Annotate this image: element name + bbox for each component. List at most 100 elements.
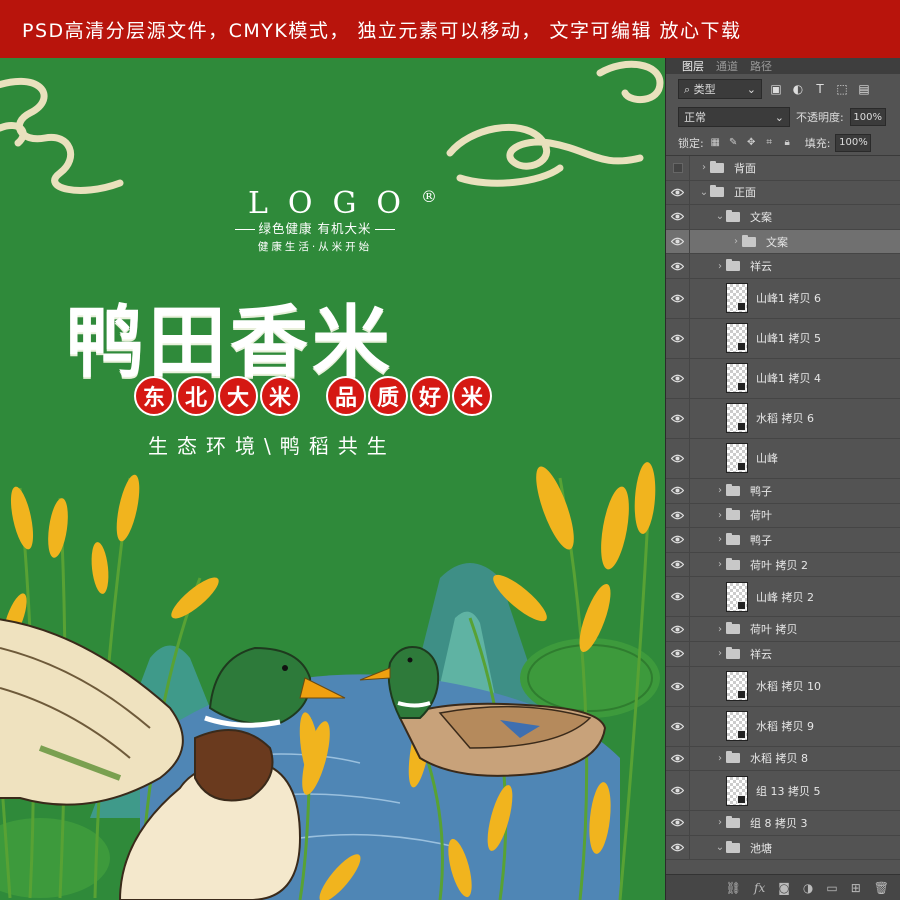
layer-row[interactable]: 山峰1 拷贝 4 (666, 358, 900, 399)
tagline-secondary: 健康生活·从米开始 (257, 241, 373, 253)
eye-icon[interactable] (666, 666, 690, 706)
mask-icon[interactable]: ◙ (778, 881, 790, 895)
layer-row[interactable]: › 水稻 拷贝 8 (666, 746, 900, 772)
lock-brush-icon[interactable]: ✎ (727, 137, 740, 148)
layer-row[interactable]: › 荷叶 拷贝 (666, 617, 900, 642)
eye-icon[interactable] (666, 577, 690, 617)
group-icon[interactable]: ▭ (826, 881, 837, 895)
layer-row[interactable]: › 文案 (666, 229, 900, 255)
adjustment-icon[interactable]: ◑ (803, 881, 813, 895)
chevron-right-icon[interactable]: › (698, 162, 710, 173)
link-icon[interactable]: ⛓ (726, 881, 741, 895)
layer-name: 鸭子 (750, 533, 772, 547)
layer-name: 鸭子 (750, 484, 772, 498)
chevron-down-icon[interactable]: ⌄ (714, 842, 726, 853)
eye-icon[interactable] (666, 503, 690, 528)
adjustment-filter-icon[interactable]: ◐ (790, 82, 806, 96)
chevron-right-icon[interactable]: › (714, 485, 726, 496)
chevron-down-icon[interactable]: ⌄ (714, 211, 726, 222)
lock-all-icon[interactable]: 🔒︎ (781, 137, 794, 148)
eye-icon[interactable] (666, 180, 690, 205)
layer-row[interactable]: › 祥云 (666, 254, 900, 279)
layer-row[interactable]: › 荷叶 拷贝 2 (666, 552, 900, 578)
smart-object-filter-icon[interactable]: ▤ (856, 82, 872, 96)
layer-row[interactable]: 水稻 拷贝 9 (666, 706, 900, 747)
eye-icon[interactable] (666, 811, 690, 835)
chevron-right-icon[interactable]: › (714, 559, 726, 570)
layer-row[interactable]: 水稻 拷贝 6 (666, 398, 900, 439)
layer-row[interactable]: ⌄ 文案 (666, 205, 900, 230)
eye-icon[interactable] (666, 358, 690, 398)
layer-body: › 荷叶 拷贝 2 (690, 553, 808, 577)
artwork-canvas[interactable]: LOGO® 绿色健康 有机大米 健康生活·从米开始 鸭田香米 东 北 大 米 品… (0, 58, 665, 900)
layer-thumbnail (726, 403, 748, 434)
tab-layers[interactable]: 图层 (682, 58, 704, 74)
eye-icon[interactable] (666, 398, 690, 438)
filter-kind-select[interactable]: ⌕ 类型 ⌄ (678, 79, 762, 99)
layer-row[interactable]: › 祥云 (666, 641, 900, 667)
layer-name: 山峰1 拷贝 6 (756, 292, 821, 306)
chevron-right-icon[interactable]: › (730, 236, 742, 247)
blend-mode-select[interactable]: 正常 ⌄ (678, 107, 790, 127)
layer-thumbnail (726, 323, 748, 354)
layer-body: ⌄ 正面 (690, 181, 756, 205)
image-filter-icon[interactable]: ▣ (768, 82, 784, 96)
lock-transparency-icon[interactable]: ▦ (709, 137, 722, 148)
layer-row[interactable]: 山峰1 拷贝 5 (666, 318, 900, 359)
layer-name: 组 13 拷贝 5 (756, 784, 821, 798)
layer-row[interactable]: ⌄ 正面 (666, 180, 900, 206)
eye-icon[interactable] (666, 746, 690, 771)
lock-artboard-icon[interactable]: ⌗ (763, 137, 776, 148)
eye-icon[interactable] (666, 438, 690, 478)
layer-row[interactable]: 水稻 拷贝 10 (666, 666, 900, 707)
opacity-input[interactable]: 100% (849, 108, 886, 126)
shape-filter-icon[interactable]: ⬚ (834, 82, 850, 96)
layer-row[interactable]: 山峰1 拷贝 6 (666, 278, 900, 319)
eye-icon[interactable] (666, 229, 690, 254)
chevron-right-icon[interactable]: › (714, 624, 726, 635)
fill-input[interactable]: 100% (835, 133, 872, 152)
eye-icon[interactable] (666, 771, 690, 811)
layer-row[interactable]: › 荷叶 (666, 503, 900, 529)
panel-footer: ⛓ fx ◙ ◑ ▭ ⊞ 🗑︎ (666, 874, 900, 900)
layer-row[interactable]: › 鸭子 (666, 478, 900, 504)
eye-icon[interactable] (666, 617, 690, 641)
layer-thumbnail (726, 581, 748, 612)
eye-icon[interactable] (666, 528, 690, 552)
eye-icon[interactable] (666, 478, 690, 503)
layer-name: 山峰1 拷贝 4 (756, 372, 821, 386)
eye-icon[interactable] (666, 278, 690, 318)
new-layer-icon[interactable]: ⊞ (851, 881, 861, 895)
layer-row[interactable]: › 鸭子 (666, 528, 900, 553)
eye-icon[interactable] (666, 835, 690, 860)
layer-row[interactable]: 山峰 (666, 438, 900, 479)
eye-icon[interactable] (666, 205, 690, 229)
layer-row[interactable]: 组 13 拷贝 5 (666, 771, 900, 812)
layer-body: 组 13 拷贝 5 (690, 771, 821, 810)
tab-channels[interactable]: 通道 (716, 58, 738, 74)
layer-row[interactable]: › 背面 (666, 156, 900, 181)
type-filter-icon[interactable]: T (812, 82, 828, 96)
layer-row[interactable]: › 组 8 拷贝 3 (666, 811, 900, 836)
trash-icon[interactable]: 🗑︎ (874, 881, 889, 895)
chevron-down-icon[interactable]: ⌄ (698, 187, 710, 198)
eye-icon[interactable] (666, 552, 690, 577)
chevron-right-icon[interactable]: › (714, 261, 726, 272)
badge-group-right: 品 质 好 米 (326, 376, 492, 416)
fx-icon[interactable]: fx (754, 881, 765, 895)
eye-icon[interactable] (666, 318, 690, 358)
eye-icon[interactable] (666, 254, 690, 278)
chevron-right-icon[interactable]: › (714, 534, 726, 545)
lock-move-icon[interactable]: ✥ (745, 137, 758, 148)
chevron-right-icon[interactable]: › (714, 648, 726, 659)
visibility-toggle-empty[interactable] (666, 156, 690, 180)
chevron-right-icon[interactable]: › (714, 817, 726, 828)
chevron-right-icon[interactable]: › (714, 753, 726, 764)
layer-row[interactable]: 山峰 拷贝 2 (666, 577, 900, 618)
eye-icon[interactable] (666, 706, 690, 746)
chevron-right-icon[interactable]: › (714, 510, 726, 521)
tab-paths[interactable]: 路径 (750, 58, 772, 74)
layer-row[interactable]: ⌄ 池塘 (666, 835, 900, 861)
layer-name: 池塘 (750, 841, 772, 855)
eye-icon[interactable] (666, 641, 690, 666)
